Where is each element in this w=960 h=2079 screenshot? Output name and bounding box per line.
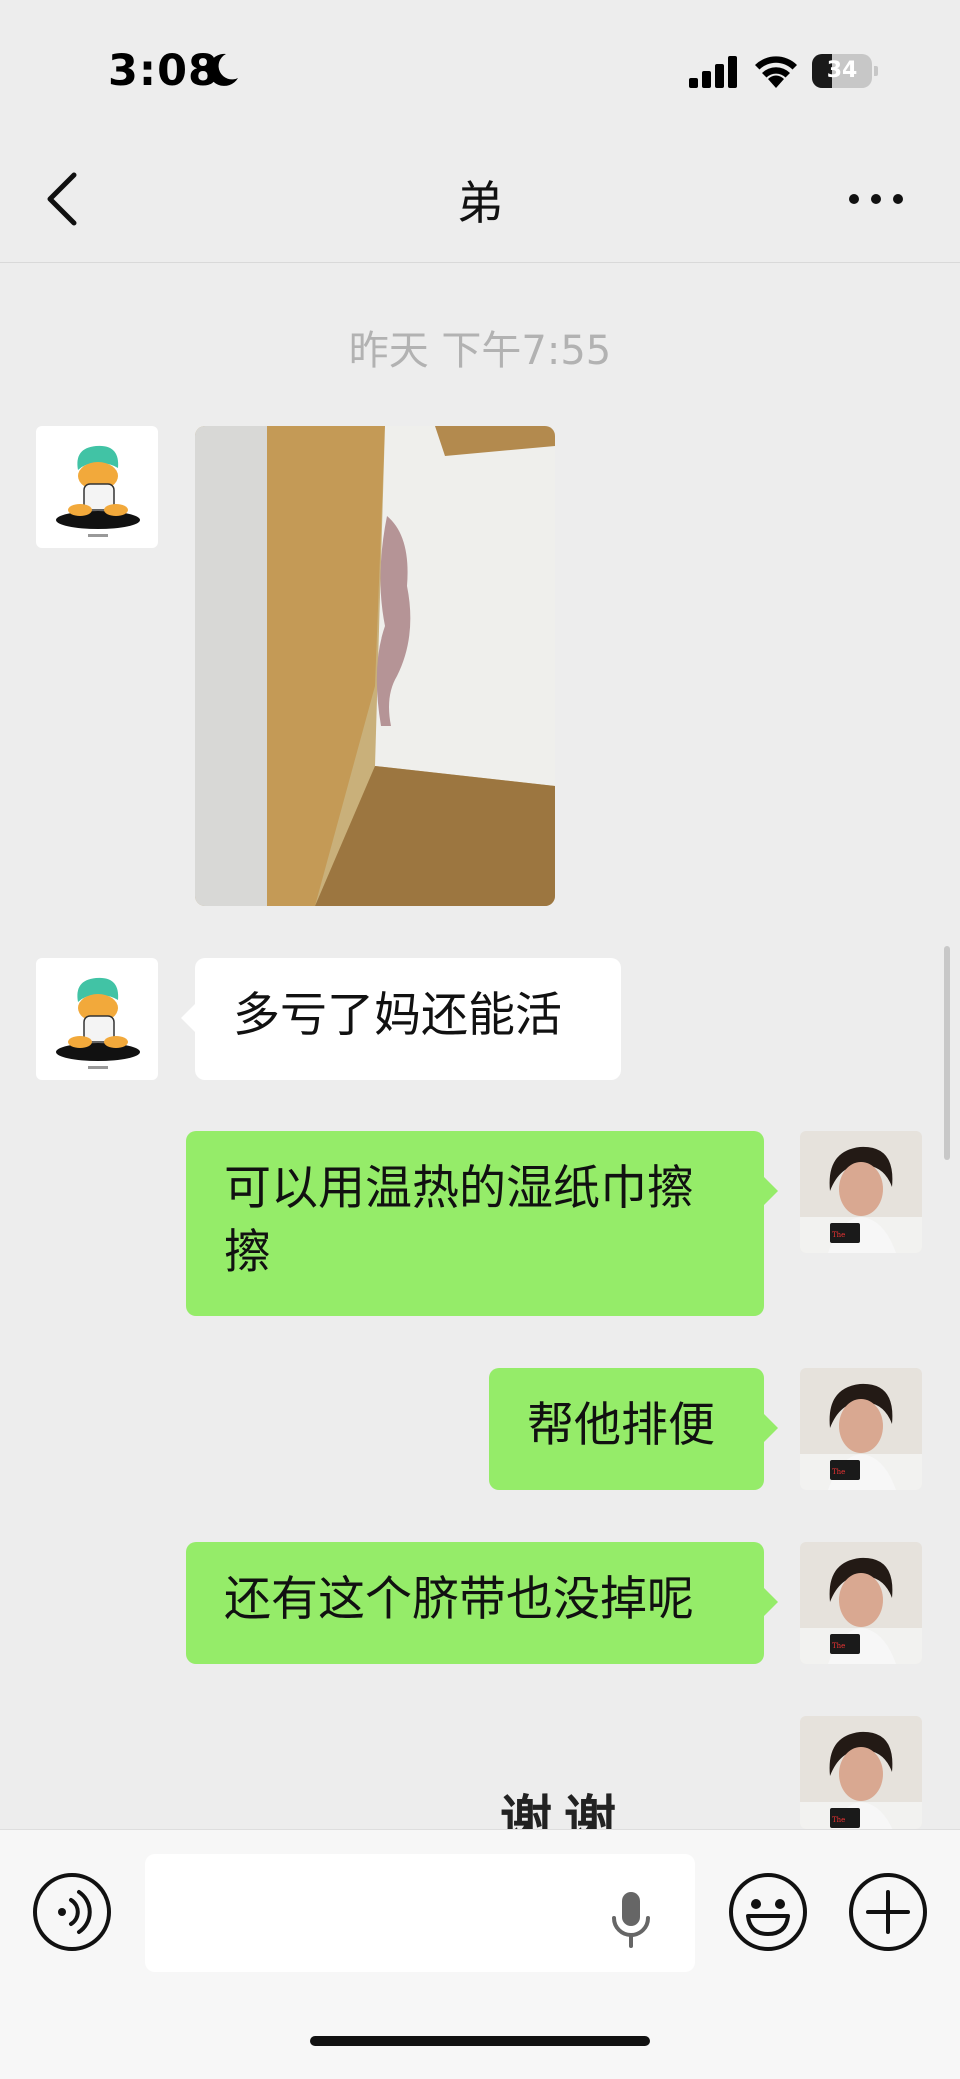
battery-level: 34 xyxy=(826,58,858,83)
contact-avatar[interactable] xyxy=(36,958,158,1080)
message-bubble[interactable]: 可以用温热的湿纸巾擦擦 xyxy=(186,1131,778,1316)
more-dots-icon[interactable] xyxy=(846,181,906,217)
svg-text:The: The xyxy=(832,1642,845,1650)
message-bubble[interactable]: 帮他排便 xyxy=(489,1368,778,1490)
chat-timestamp: 昨天 下午7:55 xyxy=(348,328,612,374)
microphone-icon[interactable] xyxy=(608,1890,654,1950)
chat-title: 弟 xyxy=(457,176,503,230)
contact-avatar[interactable] xyxy=(36,426,158,548)
shared-photo[interactable] xyxy=(195,426,555,906)
wifi-icon xyxy=(755,56,797,88)
emoji-icon[interactable] xyxy=(728,1872,808,1952)
message-bubble[interactable]: 多亏了妈还能活 xyxy=(181,958,621,1080)
nav-bar: 弟 xyxy=(0,135,960,263)
voice-icon[interactable] xyxy=(32,1872,112,1952)
plus-icon[interactable] xyxy=(848,1872,928,1952)
my-avatar[interactable]: The xyxy=(800,1368,922,1490)
svg-text:The: The xyxy=(832,1468,845,1476)
svg-text:The: The xyxy=(832,1231,845,1239)
input-bar xyxy=(0,1829,960,2079)
scrollbar[interactable] xyxy=(944,946,950,1160)
status-bar: 3:08 34 xyxy=(0,0,960,135)
svg-text:The: The xyxy=(832,1816,845,1824)
signal-icon xyxy=(689,56,737,88)
message-bubble[interactable]: 还有这个脐带也没掉呢 xyxy=(186,1542,778,1664)
home-indicator xyxy=(310,2036,650,2046)
my-avatar[interactable]: The xyxy=(800,1716,922,1829)
moon-icon xyxy=(208,53,238,86)
my-avatar[interactable]: The xyxy=(800,1131,922,1253)
battery-icon: 34 xyxy=(812,54,878,88)
my-avatar[interactable]: The xyxy=(800,1542,922,1664)
status-time: 3:08 xyxy=(108,46,219,96)
